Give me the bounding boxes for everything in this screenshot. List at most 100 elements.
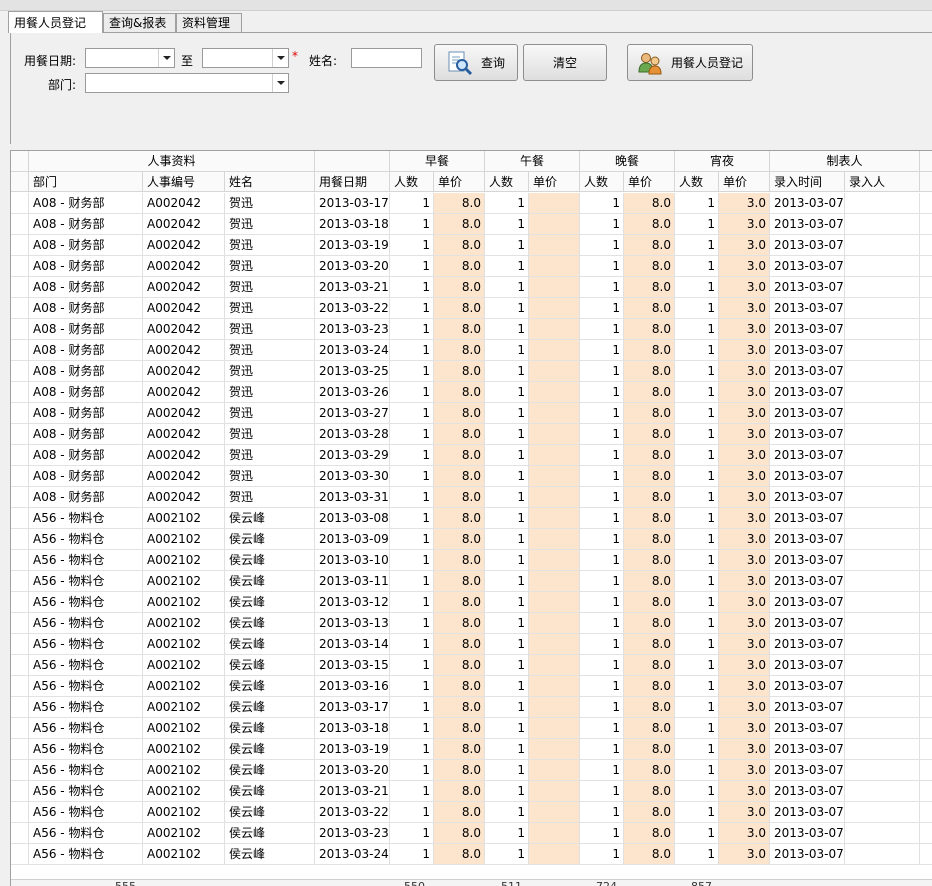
cell-meal-date[interactable]: 2013-03-22 [315, 298, 390, 318]
cell-supper-count[interactable]: 1 [675, 214, 719, 234]
cell-lunch-price[interactable] [529, 403, 580, 423]
cell-dinner-count[interactable]: 1 [580, 256, 624, 276]
cell-breakfast-price[interactable]: 8.0 [434, 550, 485, 570]
table-row[interactable]: A56 - 物料仓 A002102 侯云峰 2013-03-20 1 8.0 1 1 8.0 1 3… [11, 760, 932, 781]
cell-dinner-count[interactable]: 1 [580, 760, 624, 780]
row-indicator[interactable] [11, 319, 29, 339]
cell-entry-time[interactable]: 2013-03-07 [770, 361, 845, 381]
row-indicator[interactable] [11, 760, 29, 780]
cell-meal-date[interactable]: 2013-03-17 [315, 193, 390, 213]
cell-entry-time[interactable]: 2013-03-07 [770, 424, 845, 444]
cell-breakfast-price[interactable]: 8.0 [434, 655, 485, 675]
cell-supper-count[interactable]: 1 [675, 319, 719, 339]
cell-dinner-count[interactable]: 1 [580, 613, 624, 633]
cell-meal-date[interactable]: 2013-03-24 [315, 844, 390, 864]
cell-department[interactable]: A56 - 物料仓 [29, 508, 143, 528]
cell-entry-time[interactable]: 2013-03-07 [770, 382, 845, 402]
cell-lunch-count[interactable]: 1 [485, 361, 529, 381]
cell-lunch-price[interactable] [529, 781, 580, 801]
cell-lunch-count[interactable]: 1 [485, 466, 529, 486]
cell-dinner-count[interactable]: 1 [580, 508, 624, 528]
cell-lunch-count[interactable]: 1 [485, 382, 529, 402]
cell-name[interactable]: 侯云峰 [225, 613, 315, 633]
row-indicator[interactable] [11, 781, 29, 801]
cell-meal-date[interactable]: 2013-03-13 [315, 613, 390, 633]
cell-entry-by[interactable] [845, 424, 920, 444]
clear-button[interactable]: 清空 [523, 44, 607, 81]
cell-supper-count[interactable]: 1 [675, 697, 719, 717]
cell-supper-price[interactable]: 3.0 [719, 340, 770, 360]
cell-dinner-count[interactable]: 1 [580, 319, 624, 339]
cell-entry-time[interactable]: 2013-03-07 [770, 235, 845, 255]
cell-name[interactable]: 贺迅 [225, 487, 315, 507]
cell-entry-time[interactable]: 2013-03-07 [770, 508, 845, 528]
cell-department[interactable]: A08 - 财务部 [29, 361, 143, 381]
cell-supper-price[interactable]: 3.0 [719, 760, 770, 780]
cell-breakfast-price[interactable]: 8.0 [434, 319, 485, 339]
cell-lunch-count[interactable]: 1 [485, 214, 529, 234]
tab-meal-registration[interactable]: 用餐人员登记 [8, 11, 103, 33]
table-row[interactable]: A08 - 财务部 A002042 贺迅 2013-03-27 1 8.0 1 1 8.0 1 3.… [11, 403, 932, 424]
cell-dinner-count[interactable]: 1 [580, 781, 624, 801]
cell-meal-date[interactable]: 2013-03-17 [315, 697, 390, 717]
table-row[interactable]: A56 - 物料仓 A002102 侯云峰 2013-03-09 1 8.0 1 1 8.0 1 3… [11, 529, 932, 550]
cell-entry-time[interactable]: 2013-03-07 [770, 676, 845, 696]
cell-name[interactable]: 侯云峰 [225, 823, 315, 843]
row-indicator[interactable] [11, 382, 29, 402]
cell-entry-by[interactable] [845, 655, 920, 675]
cell-employee-no[interactable]: A002102 [143, 781, 225, 801]
cell-lunch-count[interactable]: 1 [485, 592, 529, 612]
cell-department[interactable]: A56 - 物料仓 [29, 676, 143, 696]
cell-dinner-count[interactable]: 1 [580, 403, 624, 423]
cell-supper-count[interactable]: 1 [675, 844, 719, 864]
cell-lunch-count[interactable]: 1 [485, 634, 529, 654]
row-indicator[interactable] [11, 676, 29, 696]
cell-lunch-price[interactable] [529, 802, 580, 822]
cell-entry-time[interactable]: 2013-03-07 [770, 697, 845, 717]
cell-meal-date[interactable]: 2013-03-15 [315, 655, 390, 675]
cell-entry-by[interactable] [845, 361, 920, 381]
cell-breakfast-count[interactable]: 1 [390, 760, 434, 780]
cell-name[interactable]: 侯云峰 [225, 550, 315, 570]
cell-supper-count[interactable]: 1 [675, 424, 719, 444]
cell-entry-by[interactable] [845, 445, 920, 465]
cell-dinner-price[interactable]: 8.0 [624, 739, 675, 759]
cell-dinner-count[interactable]: 1 [580, 529, 624, 549]
cell-breakfast-price[interactable]: 8.0 [434, 718, 485, 738]
cell-breakfast-count[interactable]: 1 [390, 466, 434, 486]
cell-breakfast-price[interactable]: 8.0 [434, 676, 485, 696]
cell-entry-time[interactable]: 2013-03-07 [770, 823, 845, 843]
cell-employee-no[interactable]: A002042 [143, 487, 225, 507]
row-indicator[interactable] [11, 361, 29, 381]
cell-supper-count[interactable]: 1 [675, 445, 719, 465]
cell-department[interactable]: A56 - 物料仓 [29, 781, 143, 801]
cell-supper-count[interactable]: 1 [675, 571, 719, 591]
cell-lunch-price[interactable] [529, 529, 580, 549]
cell-lunch-price[interactable] [529, 760, 580, 780]
cell-department[interactable]: A08 - 财务部 [29, 487, 143, 507]
cell-breakfast-count[interactable]: 1 [390, 424, 434, 444]
cell-dinner-price[interactable]: 8.0 [624, 697, 675, 717]
cell-dinner-price[interactable]: 8.0 [624, 424, 675, 444]
col-entry-by[interactable]: 录入人 [845, 172, 920, 191]
cell-breakfast-price[interactable]: 8.0 [434, 256, 485, 276]
cell-department[interactable]: A56 - 物料仓 [29, 739, 143, 759]
cell-supper-count[interactable]: 1 [675, 613, 719, 633]
cell-entry-by[interactable] [845, 613, 920, 633]
cell-employee-no[interactable]: A002102 [143, 718, 225, 738]
cell-employee-no[interactable]: A002042 [143, 214, 225, 234]
cell-supper-count[interactable]: 1 [675, 256, 719, 276]
cell-name[interactable]: 贺迅 [225, 319, 315, 339]
cell-supper-count[interactable]: 1 [675, 382, 719, 402]
cell-name[interactable]: 侯云峰 [225, 802, 315, 822]
table-row[interactable]: A56 - 物料仓 A002102 侯云峰 2013-03-12 1 8.0 1 1 8.0 1 3… [11, 592, 932, 613]
cell-dinner-count[interactable]: 1 [580, 739, 624, 759]
cell-dinner-price[interactable]: 8.0 [624, 613, 675, 633]
cell-meal-date[interactable]: 2013-03-19 [315, 235, 390, 255]
cell-entry-by[interactable] [845, 760, 920, 780]
table-row[interactable]: A08 - 财务部 A002042 贺迅 2013-03-24 1 8.0 1 1 8.0 1 3.… [11, 340, 932, 361]
cell-name[interactable]: 侯云峰 [225, 592, 315, 612]
cell-breakfast-count[interactable]: 1 [390, 739, 434, 759]
table-row[interactable]: A56 - 物料仓 A002102 侯云峰 2013-03-15 1 8.0 1 1 8.0 1 3… [11, 655, 932, 676]
cell-employee-no[interactable]: A002042 [143, 319, 225, 339]
